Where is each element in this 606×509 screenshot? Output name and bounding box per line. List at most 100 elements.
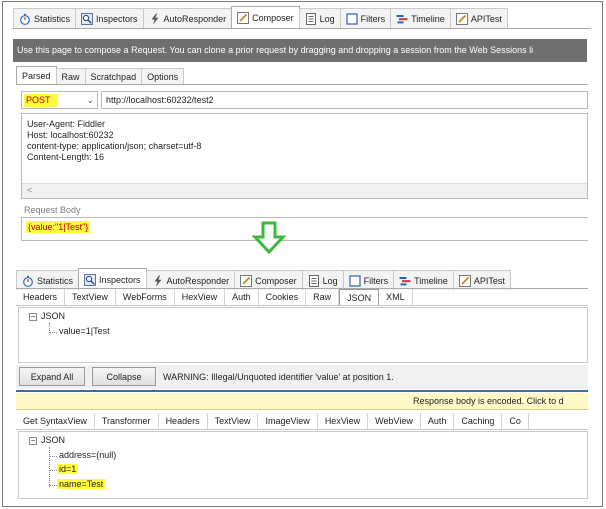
pencil-icon: [458, 274, 471, 287]
pencil-icon: [237, 11, 250, 24]
collapse-button[interactable]: Collapse: [92, 367, 156, 386]
request-body-editor[interactable]: {value:"1|Test"}: [21, 217, 588, 241]
checkbox-icon: [349, 274, 361, 287]
tree-node-address[interactable]: address=(null): [59, 450, 116, 460]
response-json-tree[interactable]: − JSON address=(null) id=1 name=Test: [18, 431, 588, 499]
checkbox-icon: [346, 12, 358, 25]
tab-statistics[interactable]: Statistics: [13, 8, 77, 28]
tab-label: Statistics: [37, 275, 74, 286]
tree-node-id[interactable]: id=1: [57, 464, 79, 474]
tree-node-name[interactable]: name=Test: [57, 479, 106, 489]
tab-composer[interactable]: Composer: [231, 6, 300, 28]
tab-label: APITest: [473, 275, 505, 286]
tab-transformer[interactable]: Transformer: [95, 413, 159, 429]
tab-log[interactable]: Log: [298, 8, 341, 28]
horizontal-scrollbar[interactable]: <: [22, 183, 587, 198]
collapse-toggle-icon[interactable]: −: [29, 437, 37, 445]
tab-label: Timeline: [414, 275, 448, 286]
tab-textview[interactable]: TextView: [208, 413, 259, 429]
tab-filters[interactable]: Filters: [339, 8, 392, 28]
tab-filters[interactable]: Filters: [342, 270, 395, 290]
chevron-down-icon[interactable]: ⌄: [86, 95, 94, 106]
tab-raw[interactable]: Raw: [306, 289, 340, 305]
tab-label: Composer: [252, 12, 294, 23]
tree-connector: [49, 332, 57, 333]
magnifier-icon: [84, 273, 97, 286]
splitter[interactable]: [16, 390, 588, 392]
json-warning: WARNING: Illegal/Unquoted identifier 'va…: [163, 372, 394, 382]
tab-cookies[interactable]: Cookies: [259, 289, 307, 305]
tab-label: Log: [322, 275, 338, 286]
tree-connector: [49, 470, 57, 471]
tab-label: APITest: [470, 13, 502, 24]
tab-composer[interactable]: Composer: [234, 270, 303, 290]
tab-inspectors[interactable]: Inspectors: [78, 268, 147, 290]
tree-node-value[interactable]: value=1|Test: [59, 326, 110, 336]
url-input[interactable]: http://localhost:60232/test2: [101, 91, 588, 109]
collapse-toggle-icon[interactable]: −: [29, 313, 37, 321]
tab-json[interactable]: JSON: [339, 289, 380, 305]
tab-log[interactable]: Log: [301, 270, 344, 290]
tab-scratchpad[interactable]: Scratchpad: [84, 68, 143, 84]
tab-label: Statistics: [34, 13, 71, 24]
tab-cookies-truncated[interactable]: Co: [502, 413, 529, 429]
header-line: content-type: application/json; charset=…: [27, 141, 202, 151]
tab-headers[interactable]: Headers: [16, 289, 66, 305]
tab-textview[interactable]: TextView: [65, 289, 116, 305]
tab-label: Timeline: [411, 13, 445, 24]
tab-label: AutoResponder: [163, 13, 227, 24]
tab-inspectors[interactable]: Inspectors: [75, 8, 144, 28]
encoded-notice-text: Response body is encoded. Click to d: [413, 396, 564, 406]
tab-hexview[interactable]: HexView: [175, 289, 226, 305]
header-line: Content-Length: 16: [27, 152, 105, 162]
log-icon: [305, 12, 317, 25]
tab-label: Inspectors: [96, 13, 138, 24]
tab-xml[interactable]: XML: [379, 289, 413, 305]
request-body-text: {value:"1|Test"}: [26, 221, 91, 233]
response-inspector-tabs: Get SyntaxView Transformer Headers TextV…: [16, 413, 588, 430]
tab-autoresponder[interactable]: AutoResponder: [145, 270, 236, 290]
tab-label: Log: [319, 13, 335, 24]
tab-timeline[interactable]: Timeline: [393, 270, 454, 290]
tree-connector: [49, 456, 57, 457]
tab-options[interactable]: Options: [141, 68, 185, 84]
pencil-icon: [240, 274, 253, 287]
header-line: User-Agent: Fiddler: [27, 119, 106, 129]
tab-auth[interactable]: Auth: [421, 413, 455, 429]
tab-apitest[interactable]: APITest: [449, 8, 508, 28]
request-headers-editor[interactable]: User-Agent: Fiddler Host: localhost:6023…: [21, 113, 588, 199]
stopwatch-icon: [22, 275, 34, 287]
tab-timeline[interactable]: Timeline: [390, 8, 451, 28]
pencil-icon: [455, 12, 468, 25]
tab-get-syntaxview[interactable]: Get SyntaxView: [16, 413, 95, 429]
tab-label: Filters: [363, 275, 389, 286]
request-json-tree[interactable]: − JSON value=1|Test: [18, 307, 588, 363]
tab-raw[interactable]: Raw: [55, 68, 86, 84]
tab-apitest[interactable]: APITest: [452, 270, 511, 290]
timeline-icon: [399, 275, 411, 287]
tab-autoresponder[interactable]: AutoResponder: [142, 8, 233, 28]
method-select[interactable]: POST ⌄: [21, 91, 98, 109]
tab-hexview[interactable]: HexView: [318, 413, 369, 429]
tab-imageview[interactable]: ImageView: [258, 413, 318, 429]
tree-connector: [49, 485, 57, 486]
tab-strip-divider: [13, 28, 591, 29]
tab-headers[interactable]: Headers: [159, 413, 208, 429]
tab-webview[interactable]: WebView: [368, 413, 421, 429]
composer-banner: Use this page to compose a Request. You …: [13, 39, 587, 62]
tab-parsed[interactable]: Parsed: [16, 66, 57, 84]
tab-caching[interactable]: Caching: [454, 413, 503, 429]
tab-auth[interactable]: Auth: [225, 289, 259, 305]
request-inspector-tabs: Headers TextView WebForms HexView Auth C…: [16, 289, 588, 306]
scroll-left-icon[interactable]: <: [27, 185, 32, 195]
tab-statistics[interactable]: Statistics: [16, 270, 80, 290]
expand-all-button[interactable]: Expand All: [19, 367, 85, 386]
tab-label: AutoResponder: [166, 275, 230, 286]
tree-connector: [49, 447, 50, 487]
timeline-icon: [396, 13, 408, 25]
tab-label: Inspectors: [99, 274, 141, 285]
response-encoded-notice[interactable]: Response body is encoded. Click to d: [16, 393, 588, 410]
tree-root: JSON: [41, 435, 66, 445]
tab-label: Filters: [360, 13, 386, 24]
tab-webforms[interactable]: WebForms: [116, 289, 175, 305]
